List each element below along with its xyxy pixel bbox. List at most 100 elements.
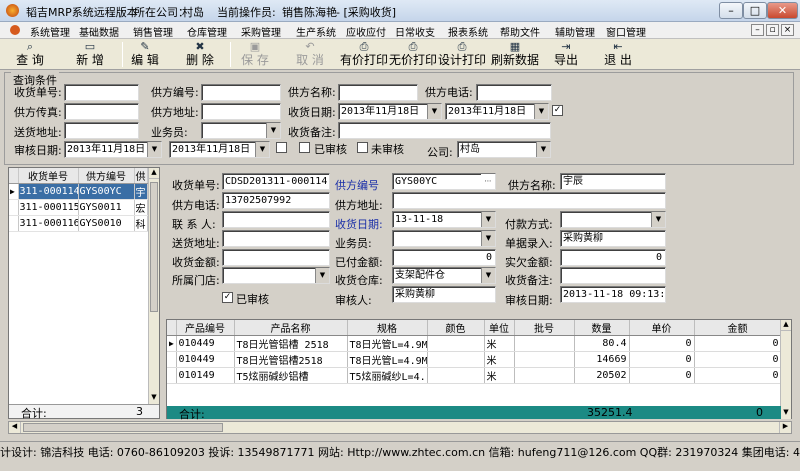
col-price[interactable]: 单价 — [629, 320, 695, 336]
menu-help[interactable]: 帮助文件 — [500, 24, 540, 39]
col-unit[interactable]: 单位 — [484, 320, 515, 336]
exit-button[interactable]: ⇤ 退 出 — [600, 40, 636, 69]
list-header-supplier-no[interactable]: 供方编号 — [78, 168, 135, 184]
list-row[interactable]: 311-000115 GYS0011 宏 — [9, 199, 148, 216]
q-date-checkbox[interactable]: ✓ — [552, 105, 563, 116]
col-amount[interactable]: 金额 — [694, 320, 782, 336]
q-date-to-picker[interactable]: 2013年11月18日 ▼ — [445, 103, 549, 120]
q-supplier-fax-input[interactable] — [64, 103, 139, 120]
contact-field[interactable] — [222, 211, 330, 228]
store-select[interactable]: ▼ — [222, 267, 330, 284]
supplier-name-field[interactable]: 宇辰 — [560, 173, 666, 190]
auditor-field[interactable]: 采购黄柳 — [392, 286, 496, 303]
q-supplier-no-input[interactable] — [201, 84, 281, 101]
list-header-supplier[interactable]: 供 — [134, 168, 148, 184]
scroll-right-icon[interactable]: ▶ — [779, 422, 791, 433]
maximize-button[interactable]: □ — [743, 2, 767, 19]
col-product-no[interactable]: 产品编号 — [176, 320, 235, 336]
supplier-phone-field[interactable]: 13702507992 — [222, 192, 330, 209]
menu-production[interactable]: 生产系统 — [296, 24, 336, 39]
warehouse-select[interactable]: 支架配件仓 ▼ — [392, 267, 496, 284]
edit-button[interactable]: ✎ 编 辑 — [125, 40, 165, 69]
col-qty[interactable]: 数量 — [574, 320, 630, 336]
salesman-select[interactable]: ▼ — [392, 230, 496, 247]
scroll-down-icon[interactable]: ▼ — [149, 393, 159, 404]
mdi-restore-button[interactable]: ▫ — [766, 24, 779, 36]
menu-basic-data[interactable]: 基础数据 — [79, 24, 119, 39]
delete-button[interactable]: ✖ 删 除 — [180, 40, 220, 69]
supplier-address-field[interactable] — [392, 192, 666, 209]
menu-aux[interactable]: 辅助管理 — [555, 24, 595, 39]
q-audit-to-picker[interactable]: 2013年11月18日 ▼ — [169, 141, 270, 158]
q-remark-input[interactable] — [338, 122, 551, 139]
scroll-up-icon[interactable]: ▲ — [781, 320, 791, 331]
payment-select[interactable]: ▼ — [560, 211, 666, 228]
q-date-from-picker[interactable]: 2013年11月18日 ▼ — [338, 103, 442, 120]
q-audit-date-checkbox[interactable] — [276, 142, 287, 153]
col-color[interactable]: 颜色 — [427, 320, 485, 336]
minimize-button[interactable]: – — [719, 2, 743, 19]
scroll-up-icon[interactable]: ▲ — [149, 168, 159, 179]
print-priced-button[interactable]: ⎙ 有价打印 — [340, 40, 388, 69]
scroll-down-icon[interactable]: ▼ — [781, 408, 791, 419]
q-supplier-no-label: 供方编号: — [151, 86, 199, 99]
mdi-minimize-button[interactable]: – — [751, 24, 764, 36]
scroll-thumb[interactable] — [23, 423, 223, 432]
menu-warehouse[interactable]: 仓库管理 — [187, 24, 227, 39]
actual-field[interactable]: 0 — [560, 249, 666, 266]
col-spec[interactable]: 规格 — [347, 320, 428, 336]
q-supplier-address-input[interactable] — [201, 103, 281, 120]
q-unaudited-checkbox[interactable] — [357, 142, 368, 153]
list-header-receipt-no[interactable]: 收货单号 — [18, 168, 79, 184]
entry-field[interactable]: 采购黄柳 — [560, 230, 666, 247]
menu-purchase[interactable]: 采购管理 — [241, 24, 281, 39]
print-unpriced-button[interactable]: ⎙ 无价打印 — [389, 40, 437, 69]
receipt-no-field[interactable]: CDSD201311-000114 — [222, 173, 330, 190]
remark-field[interactable] — [560, 267, 666, 284]
list-vertical-scrollbar[interactable]: ▲ ▼ — [148, 168, 159, 404]
ellipsis-icon[interactable]: ⋯ — [481, 174, 495, 189]
paid-field[interactable]: 0 — [392, 249, 496, 266]
delivery-field[interactable] — [222, 230, 330, 247]
receipt-date-picker[interactable]: 13-11-18 ▼ — [392, 211, 496, 228]
q-audit-from-picker[interactable]: 2013年11月18日 ▼ — [64, 141, 162, 158]
amount-field[interactable] — [222, 249, 330, 266]
menu-sales[interactable]: 销售管理 — [133, 24, 173, 39]
add-button[interactable]: ▭ 新 增 — [70, 40, 110, 69]
menu-system[interactable]: 系统管理 — [30, 24, 70, 39]
table-row[interactable]: 010449 T8日光管铝槽2518 T8日光管L=4.9M 米 14669 0… — [167, 351, 782, 368]
q-receipt-no-input[interactable] — [64, 84, 139, 101]
list-row[interactable]: ▶ 311-000114 GYS00YC 宇 — [9, 183, 148, 200]
design-print-button[interactable]: ⎙ 设计打印 — [438, 40, 486, 69]
save-button[interactable]: ▣ 保 存 — [235, 40, 275, 69]
close-button[interactable]: ✕ — [767, 2, 798, 19]
app-icon — [6, 4, 19, 17]
table-row[interactable]: 010149 T5炫丽碱纱铝槽 T5炫丽碱纱L=4. 米 20502 0 0 — [167, 367, 782, 384]
scroll-left-icon[interactable]: ◀ — [9, 422, 21, 433]
table-row[interactable]: ▶ 010449 T8日光管铝槽 2518 T8日光管L=4.9M 米 80.4… — [167, 335, 782, 352]
item-vertical-scrollbar[interactable]: ▲ ▼ — [780, 320, 791, 419]
cancel-button[interactable]: ↶ 取 消 — [290, 40, 330, 69]
col-batch[interactable]: 批号 — [514, 320, 575, 336]
supplier-no-field[interactable]: GYS00YC ⋯ — [392, 173, 496, 190]
refresh-button[interactable]: ▦ 刷新数据 — [491, 40, 539, 69]
mdi-close-button[interactable]: × — [781, 24, 794, 36]
audited-checkbox[interactable]: ✓ — [222, 292, 233, 303]
export-button[interactable]: ⇥ 导出 — [551, 40, 581, 69]
q-supplier-phone-input[interactable] — [476, 84, 552, 101]
menu-reports[interactable]: 报表系统 — [448, 24, 488, 39]
col-product-name[interactable]: 产品名称 — [234, 320, 348, 336]
q-delivery-address-input[interactable] — [64, 122, 139, 139]
q-company-select[interactable]: 村岛 ▼ — [457, 141, 551, 158]
list-row[interactable]: 311-000116 GYS0010 科 — [9, 215, 148, 232]
q-salesman-select[interactable]: ▼ — [201, 122, 281, 139]
query-button[interactable]: ⌕ 查 询 — [10, 40, 50, 69]
menu-ar-ap[interactable]: 应收应付 — [346, 24, 386, 39]
horizontal-scrollbar[interactable]: ◀ ▶ — [8, 421, 792, 434]
menu-daily[interactable]: 日常收支 — [395, 24, 435, 39]
audit-date-field[interactable]: 2013-11-18 09:13:00 — [560, 286, 666, 303]
menu-window[interactable]: 窗口管理 — [606, 24, 646, 39]
q-audited-checkbox[interactable] — [299, 142, 310, 153]
q-supplier-name-input[interactable] — [338, 84, 418, 101]
scroll-thumb[interactable] — [150, 182, 158, 312]
